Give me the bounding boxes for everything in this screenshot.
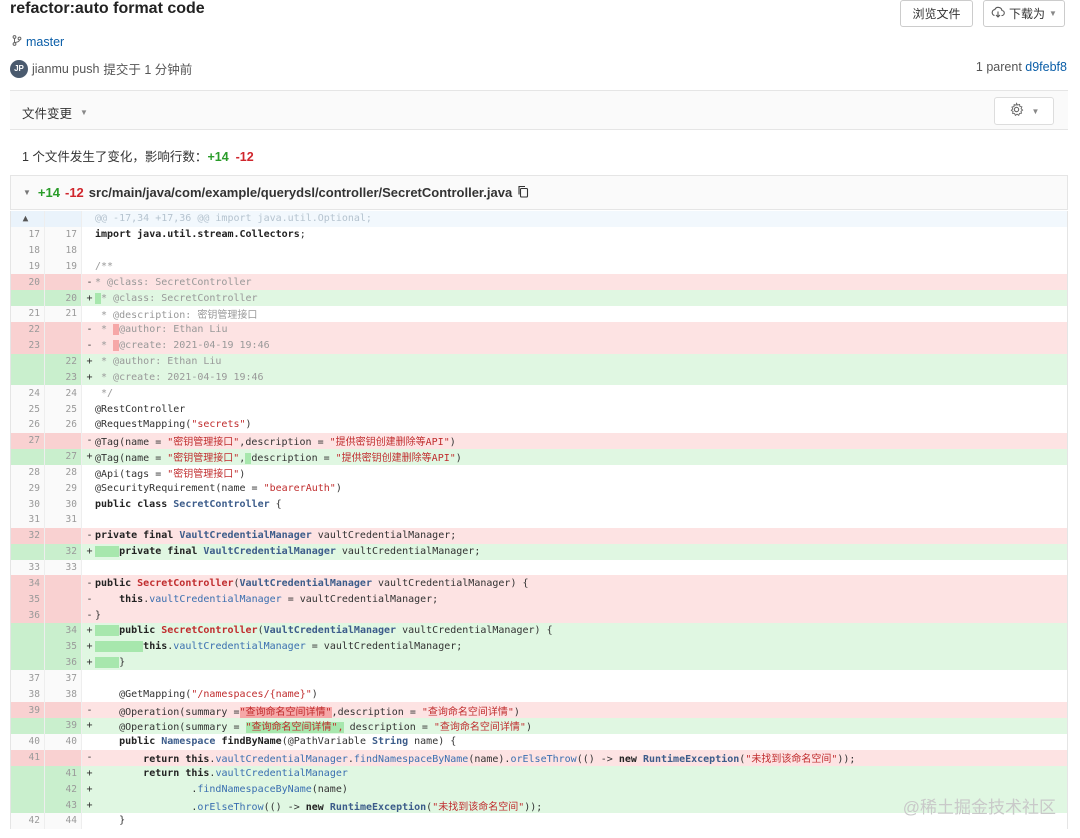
diff-line-added: 35 + this.vaultCredentialManager = vaultC… <box>11 638 1067 655</box>
browse-files-button[interactable]: 浏览文件 <box>900 0 973 27</box>
branch-link[interactable]: master <box>12 35 64 49</box>
diff-line-deleted: 22- * @author: Ethan Liu <box>11 321 1067 338</box>
diff-line-added: 39 + @Operation(summary = "查询命名空间详情", des… <box>11 718 1067 734</box>
hunk-header-row[interactable]: ▲ @@ -17,34 +17,36 @@ import java.util.Op… <box>11 211 1067 227</box>
diff-line-added: 27 + @Tag(name = "密钥管理接口", description = "… <box>11 448 1067 465</box>
copy-icon[interactable] <box>517 185 529 201</box>
branch-name: master <box>26 35 65 49</box>
files-changed-bar: 文件变更 ▼ ▼ <box>10 90 1068 130</box>
author-row: JP jianmu push 提交于 1 分钟前 <box>10 59 192 78</box>
diff-line-added: 32 + private final VaultCredentialManager… <box>11 543 1067 560</box>
file-path: src/main/java/com/example/querydsl/contr… <box>88 185 513 200</box>
commit-time: 提交于 1 分钟前 <box>103 63 193 77</box>
diff-line-added: 41 + return this.vaultCredentialManager <box>11 765 1067 782</box>
diff-line: 21 21 * @description: 密钥管理接口 <box>11 306 1067 322</box>
diff-line: 28 28 @Api(tags = "密钥管理接口") <box>11 464 1067 481</box>
diff-line: 25 25 @RestController <box>11 401 1067 417</box>
diff-line: 38 38 @GetMapping("/namespaces/{name}") <box>11 686 1067 703</box>
change-summary: 1 个文件发生了变化，影响行数：+14 -12 <box>22 146 254 165</box>
avatar[interactable]: JP <box>10 59 28 78</box>
cloud-download-icon <box>991 6 1005 21</box>
diff-line: 33 33 <box>11 559 1067 576</box>
hunk-header: @@ -17,34 +17,36 @@ import java.util.Opt… <box>95 213 372 225</box>
diff-line-deleted: 34- public SecretController(VaultCredenti… <box>11 575 1067 592</box>
parent-info: 1 parent d9febf8 <box>976 60 1067 74</box>
diff-view: ▲ @@ -17,34 +17,36 @@ import java.util.Op… <box>10 211 1068 829</box>
watermark: @稀土掘金技术社区 <box>902 798 1056 817</box>
diff-line: 17 17 import java.util.stream.Collectors; <box>11 226 1067 243</box>
branch-icon <box>12 35 22 49</box>
summary-text: 1 个文件发生了变化，影响行数： <box>22 150 208 164</box>
diff-line: 37 37 <box>11 670 1067 687</box>
diff-line: 30 30 public class SecretController { <box>11 496 1067 513</box>
file-header[interactable]: ▼ +14 -12 src/main/java/com/example/quer… <box>10 175 1068 210</box>
diff-line-added: 20 + * @class: SecretController <box>11 290 1067 307</box>
download-button[interactable]: 下载为 ▼ <box>983 0 1065 27</box>
diff-line: 19 19/** <box>11 258 1067 275</box>
chevron-down-icon: ▼ <box>1049 9 1057 18</box>
diff-line: 29 29 @SecurityRequirement(name = "bearerA… <box>11 480 1067 497</box>
diff-line-added: 34 + public SecretController(VaultCredent… <box>11 622 1067 639</box>
diff-line: 40 40 public Namespace findByName(@PathVa… <box>11 733 1067 750</box>
diff-line: 31 31 <box>11 512 1067 528</box>
chevron-down-icon: ▼ <box>1031 106 1040 116</box>
diff-line-added: 22 + * @author: Ethan Liu <box>11 353 1067 370</box>
diff-line-deleted: 39- @Operation(summary ="查询命名空间详情",descr… <box>11 702 1067 718</box>
collapse-icon[interactable]: ▼ <box>23 188 31 197</box>
parent-sha-link[interactable]: d9febf8 <box>1025 60 1067 74</box>
diff-line: 18 18 <box>11 242 1067 259</box>
files-changed-label: 文件变更 <box>22 107 73 121</box>
diff-line-deleted: 36-} <box>11 607 1067 623</box>
diff-line-deleted: 20- * @class: SecretController <box>11 274 1067 291</box>
summary-added: +14 <box>207 150 229 164</box>
gear-icon <box>1009 102 1024 120</box>
author-name[interactable]: jianmu push <box>32 62 99 76</box>
parent-label: 1 parent <box>975 60 1022 74</box>
chevron-down-icon: ▼ <box>80 108 88 117</box>
file-removed-count: -12 <box>64 185 84 200</box>
files-changed-toggle[interactable]: 文件变更 ▼ <box>22 103 88 122</box>
diff-line-deleted: 41- return this.vaultCredentialManager.f… <box>11 749 1067 766</box>
settings-button[interactable]: ▼ <box>994 97 1054 125</box>
diff-line-deleted: 35- this.vaultCredentialManager = vaultC… <box>11 591 1067 608</box>
diff-line: 26 26 @RequestMapping("secrets") <box>11 416 1067 433</box>
commit-title: refactor:auto format code <box>10 0 205 17</box>
diff-line-deleted: 23- * @create: 2021-04-19 19:46 <box>11 337 1067 354</box>
diff-line: 24 24 */ <box>11 385 1067 402</box>
diff-line-deleted: 32- private final VaultCredentialManager … <box>11 527 1067 544</box>
browse-files-label: 浏览文件 <box>912 7 961 21</box>
diff-line-deleted: 27- @Tag(name = "密钥管理接口",description = "提… <box>11 432 1067 449</box>
expand-up-icon[interactable]: ▲ <box>11 211 45 227</box>
diff-line-added: 36 + } <box>11 654 1067 671</box>
download-label: 下载为 <box>1009 7 1046 21</box>
file-added-count: +14 <box>37 185 60 200</box>
diff-line-added: 23 + * @create: 2021-04-19 19:46 <box>11 369 1067 386</box>
summary-removed: -12 <box>235 150 254 164</box>
